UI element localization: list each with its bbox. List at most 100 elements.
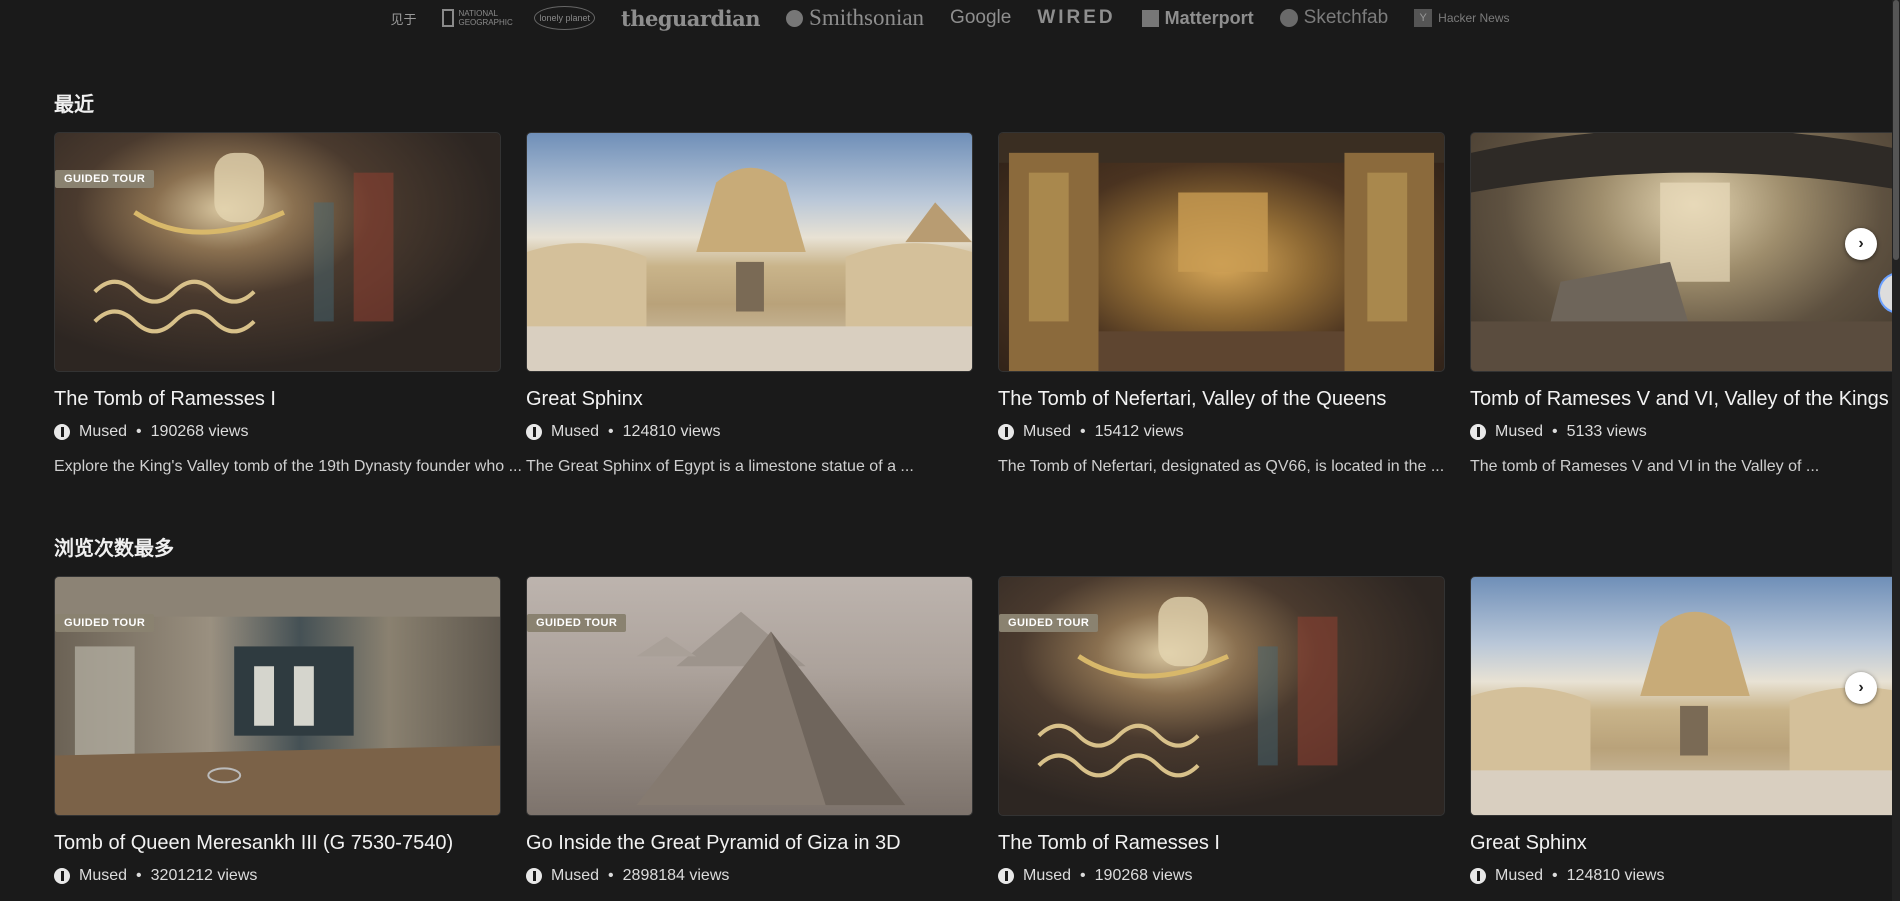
tour-title[interactable]: Great Sphinx — [1470, 832, 1900, 855]
tour-title[interactable]: The Tomb of Nefertari, Valley of the Que… — [998, 388, 1445, 411]
tour-card[interactable]: GUIDED TOUR The Tomb of Ramesses I Mused… — [998, 576, 1445, 885]
tour-description: The Tomb of Nefertari, designated as QV6… — [998, 458, 1445, 475]
mused-logo-icon — [54, 868, 70, 884]
tour-title[interactable]: Great Sphinx — [526, 388, 973, 411]
guardian-logo[interactable]: theguardian — [621, 6, 761, 31]
natgeo-logo-text: NATIONAL GEOGRAPHIC — [458, 9, 513, 27]
tour-card[interactable]: Great Sphinx Mused • 124810 views The Gr… — [526, 132, 973, 476]
tour-author[interactable]: Mused — [79, 423, 127, 441]
mused-logo-icon — [526, 424, 542, 440]
tour-views: 5133 views — [1566, 423, 1647, 440]
hacker-news-logo[interactable]: Y Hacker News — [1414, 9, 1510, 27]
tour-thumbnail[interactable] — [998, 132, 1445, 372]
tour-thumbnail[interactable] — [526, 132, 973, 372]
tour-author[interactable]: Mused — [1495, 867, 1543, 885]
wired-logo[interactable]: WIRED — [1037, 7, 1115, 29]
meta-separator: • — [136, 423, 142, 440]
tour-meta: Mused • 15412 views — [998, 423, 1445, 441]
tour-meta: Mused • 190268 views — [54, 423, 501, 441]
tour-views: 2898184 views — [622, 867, 730, 884]
press-label: 见于 — [390, 11, 417, 27]
chevron-right-icon: › — [1858, 679, 1864, 696]
carousel-next-button[interactable]: › — [1845, 228, 1877, 260]
tour-card[interactable]: Great Sphinx Mused • 124810 views — [1470, 576, 1900, 885]
meta-separator: • — [608, 867, 614, 884]
tour-thumbnail[interactable]: GUIDED TOUR — [526, 576, 973, 816]
popular-carousel: GUIDED TOUR Tomb of Queen Meresankh III … — [54, 576, 1900, 901]
tour-card[interactable]: GUIDED TOUR Go Inside the Great Pyramid … — [526, 576, 973, 885]
tour-title[interactable]: Go Inside the Great Pyramid of Giza in 3… — [526, 832, 973, 855]
mused-logo-icon — [1470, 868, 1486, 884]
tour-meta: Mused • 190268 views — [998, 867, 1445, 885]
tour-views: 124810 views — [1566, 867, 1665, 884]
tour-views: 124810 views — [622, 423, 721, 440]
scrollbar-thumb[interactable] — [1893, 0, 1899, 260]
tour-card[interactable]: GUIDED TOUR The Tomb of Ramesses I Mused… — [54, 132, 522, 476]
matterport-logo-text: Matterport — [1164, 7, 1254, 28]
nefertari-tomb-image — [999, 133, 1444, 371]
lonely-planet-logo[interactable]: lonely planet — [534, 6, 596, 30]
tour-author[interactable]: Mused — [551, 423, 599, 441]
sphinx-image — [1471, 611, 1900, 815]
tour-meta: Mused • 124810 views — [1470, 867, 1900, 885]
tour-thumbnail[interactable] — [1470, 132, 1900, 372]
meta-separator: • — [608, 423, 614, 440]
page-scrollbar[interactable] — [1892, 0, 1900, 901]
guided-tour-badge: GUIDED TOUR — [527, 614, 627, 632]
tour-author[interactable]: Mused — [1495, 423, 1543, 441]
hacker-news-y-icon: Y — [1414, 9, 1433, 27]
pyramid-image — [636, 611, 906, 806]
guided-tour-badge: GUIDED TOUR — [55, 614, 155, 632]
tour-views: 190268 views — [1094, 867, 1193, 884]
tour-author[interactable]: Mused — [551, 867, 599, 885]
tour-title[interactable]: The Tomb of Ramesses I — [998, 832, 1445, 855]
popular-section-title: 浏览次数最多 — [54, 536, 174, 560]
tour-title[interactable]: Tomb of Queen Meresankh III (G 7530-7540… — [54, 832, 501, 855]
mused-logo-icon — [54, 424, 70, 440]
mused-logo-icon — [998, 424, 1014, 440]
mused-logo-icon — [998, 868, 1014, 884]
meta-separator: • — [1552, 867, 1558, 884]
tour-author[interactable]: Mused — [1023, 423, 1071, 441]
tour-thumbnail[interactable]: GUIDED TOUR — [54, 576, 501, 816]
tour-title[interactable]: The Tomb of Ramesses I — [54, 388, 501, 411]
tour-author[interactable]: Mused — [1023, 867, 1071, 885]
tour-author[interactable]: Mused — [79, 867, 127, 885]
national-geographic-logo[interactable]: NATIONAL GEOGRAPHIC — [442, 9, 513, 27]
smithsonian-logo-text: Smithsonian — [809, 5, 925, 30]
tour-meta: Mused • 3201212 views — [54, 867, 501, 885]
tour-thumbnail[interactable]: GUIDED TOUR — [998, 576, 1445, 816]
tour-views: 3201212 views — [150, 867, 258, 884]
tour-description: Explore the King's Valley tomb of the 19… — [54, 458, 522, 475]
smithsonian-sun-icon — [786, 9, 804, 27]
tour-thumbnail[interactable] — [1470, 576, 1900, 816]
mused-logo-icon — [526, 868, 542, 884]
recent-section-title: 最近 — [54, 92, 94, 116]
sphinx-image — [527, 167, 972, 371]
tomb-painting-image — [1037, 596, 1338, 778]
tour-card[interactable]: Tomb of Rameses V and VI, Valley of the … — [1470, 132, 1900, 476]
smithsonian-logo[interactable]: Smithsonian — [786, 5, 924, 31]
meta-separator: • — [1080, 423, 1086, 440]
tour-description: The Great Sphinx of Egypt is a limestone… — [526, 458, 914, 475]
tour-card[interactable]: GUIDED TOUR Tomb of Queen Meresankh III … — [54, 576, 501, 885]
sketchfab-mark-icon — [1279, 9, 1298, 27]
hacker-news-logo-text: Hacker News — [1438, 11, 1510, 25]
matterport-logo[interactable]: Matterport — [1141, 7, 1254, 29]
google-logo[interactable]: Google — [950, 7, 1011, 29]
tour-meta: Mused • 2898184 views — [526, 867, 973, 885]
meta-separator: • — [1080, 867, 1086, 884]
tour-description: The tomb of Rameses V and VI in the Vall… — [1470, 458, 1820, 475]
natgeo-frame-icon — [442, 9, 455, 27]
tour-thumbnail[interactable]: GUIDED TOUR — [54, 132, 501, 372]
tour-title[interactable]: Tomb of Rameses V and VI, Valley of the … — [1470, 388, 1900, 411]
guided-tour-badge: GUIDED TOUR — [999, 614, 1099, 632]
chevron-right-icon: › — [1858, 235, 1864, 252]
carousel-next-button[interactable]: › — [1845, 672, 1877, 704]
tour-card[interactable]: The Tomb of Nefertari, Valley of the Que… — [998, 132, 1445, 476]
sketchfab-logo[interactable]: Sketchfab — [1279, 7, 1389, 29]
meta-separator: • — [136, 867, 142, 884]
matterport-mark-icon — [1141, 9, 1159, 27]
sketchfab-logo-text: Sketchfab — [1303, 7, 1389, 28]
tour-views: 15412 views — [1094, 423, 1184, 440]
